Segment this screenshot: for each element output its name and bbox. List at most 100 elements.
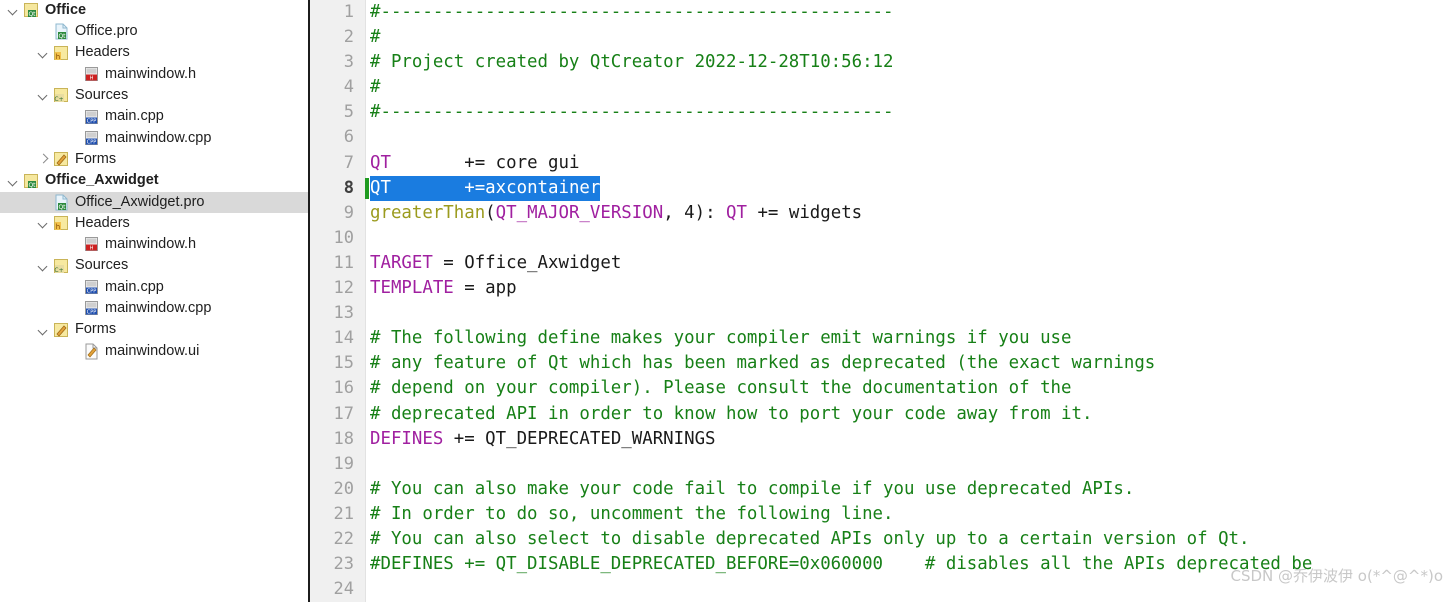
code-line[interactable]: 8 QT +=axcontainer bbox=[310, 175, 1451, 201]
sidebar-item-label: Forms bbox=[75, 321, 117, 338]
chevron-none-icon bbox=[68, 68, 81, 81]
chevron-down-icon[interactable] bbox=[38, 47, 51, 60]
code-line[interactable]: 18 DEFINES += QT_DEPRECATED_WARNINGS bbox=[310, 427, 1451, 452]
sidebar-item-main-cpp[interactable]: CPP main.cpp bbox=[0, 106, 308, 127]
code-line-text[interactable]: # bbox=[370, 25, 380, 50]
code-line[interactable]: 22 # You can also select to disable depre… bbox=[310, 527, 1451, 552]
line-number: 4 bbox=[343, 77, 354, 98]
chevron-down-icon[interactable] bbox=[38, 89, 51, 102]
code-token: # any feature of Qt which has been marke… bbox=[370, 353, 1156, 374]
sidebar-item-label: main.cpp bbox=[105, 108, 164, 125]
svg-text:CPP: CPP bbox=[87, 289, 97, 295]
line-number: 12 bbox=[333, 278, 354, 299]
code-line-text[interactable]: # deprecated API in order to know how to… bbox=[370, 402, 1092, 427]
sidebar-item-headers[interactable]: h Headers bbox=[0, 213, 308, 234]
code-line[interactable]: 16 # depend on your compiler). Please con… bbox=[310, 376, 1451, 401]
code-line-text[interactable]: # any feature of Qt which has been marke… bbox=[370, 351, 1155, 376]
code-line[interactable]: 19 bbox=[310, 452, 1451, 477]
code-line[interactable]: 10 bbox=[310, 226, 1451, 251]
code-line[interactable]: 2 # bbox=[310, 25, 1451, 50]
svg-text:CPP: CPP bbox=[87, 310, 97, 316]
code-token: DEFINES bbox=[370, 428, 444, 449]
code-line-text[interactable]: QT += core gui bbox=[370, 151, 579, 176]
code-token: QT bbox=[726, 202, 747, 223]
code-line[interactable]: 11 TARGET = Office_Axwidget bbox=[310, 251, 1451, 276]
code-line[interactable]: 5 #--------------------------------------… bbox=[310, 100, 1451, 125]
sidebar-item-mainwindow-cpp[interactable]: CPP mainwindow.cpp bbox=[0, 128, 308, 149]
code-line[interactable]: 4 # bbox=[310, 75, 1451, 100]
code-token: = Office_Axwidget bbox=[432, 252, 622, 273]
sidebar-item-label: Sources bbox=[75, 257, 129, 274]
code-line[interactable]: 6 bbox=[310, 125, 1451, 150]
code-line-text[interactable]: # In order to do so, uncomment the follo… bbox=[370, 502, 894, 527]
code-line[interactable]: 9 greaterThan(QT_MAJOR_VERSION, 4): QT +=… bbox=[310, 201, 1451, 226]
code-line[interactable]: 1 #--------------------------------------… bbox=[310, 0, 1451, 25]
svg-text:Qt: Qt bbox=[28, 182, 36, 189]
code-token: ( bbox=[485, 202, 496, 223]
code-token: TEMPLATE bbox=[370, 278, 454, 299]
chevron-none-icon bbox=[68, 132, 81, 145]
line-number: 2 bbox=[343, 27, 354, 48]
code-line-text[interactable]: TARGET = Office_Axwidget bbox=[370, 251, 621, 276]
sidebar-item-office-axwidget-pro[interactable]: Qt Office_Axwidget.pro bbox=[0, 191, 308, 213]
code-line[interactable]: 24 bbox=[310, 577, 1451, 602]
code-line[interactable]: 23 #DEFINES += QT_DISABLE_DEPRECATED_BEFO… bbox=[310, 552, 1451, 577]
code-line-text[interactable]: # bbox=[370, 75, 380, 100]
chevron-right-icon[interactable] bbox=[38, 153, 51, 166]
code-line-text[interactable]: TEMPLATE = app bbox=[370, 276, 517, 301]
code-content[interactable]: 1 #--------------------------------------… bbox=[310, 0, 1451, 602]
chevron-down-icon[interactable] bbox=[38, 324, 51, 337]
project-tree-sidebar[interactable]: Qt Office Qt Office.pro h Headers Hmainwindow.… bbox=[0, 0, 308, 602]
line-number: 23 bbox=[333, 554, 354, 575]
qt-pro-file-icon: Qt bbox=[53, 194, 70, 211]
svg-text:H: H bbox=[90, 76, 94, 82]
sidebar-item-mainwindow-h[interactable]: Hmainwindow.h bbox=[0, 234, 308, 255]
sidebar-item-mainwindow-cpp[interactable]: CPP mainwindow.cpp bbox=[0, 298, 308, 319]
code-line[interactable]: 21 # In order to do so, uncomment the fol… bbox=[310, 502, 1451, 527]
code-token: # You can also make your code fail to co… bbox=[370, 478, 1135, 499]
code-line-text[interactable]: #---------------------------------------… bbox=[370, 0, 894, 25]
code-line-text[interactable]: #---------------------------------------… bbox=[370, 100, 894, 125]
code-token: , 4): bbox=[663, 202, 727, 223]
code-line-text[interactable]: # The following define makes your compil… bbox=[370, 326, 1072, 351]
code-line-text[interactable]: DEFINES += QT_DEPRECATED_WARNINGS bbox=[370, 427, 716, 452]
code-line-text[interactable]: # You can also select to disable depreca… bbox=[370, 527, 1249, 552]
svg-text:Qt: Qt bbox=[28, 11, 36, 18]
sidebar-item-office-axwidget[interactable]: Qt Office_Axwidget bbox=[0, 170, 308, 191]
code-line[interactable]: 7 QT += core gui bbox=[310, 151, 1451, 176]
line-number: 22 bbox=[333, 528, 354, 549]
chevron-down-icon[interactable] bbox=[38, 217, 51, 230]
sidebar-item-office[interactable]: Qt Office bbox=[0, 0, 308, 21]
code-token: +=axcontainer bbox=[390, 177, 601, 198]
chevron-down-icon[interactable] bbox=[38, 260, 51, 273]
code-token: # Project created by QtCreator 2022-12-2… bbox=[370, 52, 894, 73]
sidebar-item-forms[interactable]: Forms bbox=[0, 319, 308, 340]
code-line-text[interactable]: # Project created by QtCreator 2022-12-2… bbox=[370, 50, 894, 75]
code-line-text[interactable]: # You can also make your code fail to co… bbox=[370, 477, 1134, 502]
code-line[interactable]: 3 # Project created by QtCreator 2022-12-… bbox=[310, 50, 1451, 75]
code-editor[interactable]: 1 #--------------------------------------… bbox=[310, 0, 1451, 602]
sidebar-item-headers[interactable]: h Headers bbox=[0, 43, 308, 64]
code-line[interactable]: 14 # The following define makes your comp… bbox=[310, 326, 1451, 351]
code-line-text[interactable]: QT +=axcontainer bbox=[370, 175, 601, 201]
svg-text:C+: C+ bbox=[54, 267, 63, 274]
sidebar-item-mainwindow-ui[interactable]: mainwindow.ui bbox=[0, 341, 308, 362]
code-line[interactable]: 12 TEMPLATE = app bbox=[310, 276, 1451, 301]
code-line[interactable]: 15 # any feature of Qt which has been mar… bbox=[310, 351, 1451, 376]
code-token: QT_MAJOR_VERSION bbox=[495, 202, 664, 223]
code-line[interactable]: 20 # You can also make your code fail to … bbox=[310, 477, 1451, 502]
sidebar-item-sources[interactable]: C+ Sources bbox=[0, 85, 308, 106]
code-line[interactable]: 17 # deprecated API in order to know how … bbox=[310, 402, 1451, 427]
sidebar-item-forms[interactable]: Forms bbox=[0, 149, 308, 170]
code-line-text[interactable]: # depend on your compiler). Please consu… bbox=[370, 376, 1072, 401]
sidebar-item-office-pro[interactable]: Qt Office.pro bbox=[0, 21, 308, 42]
code-line-text[interactable]: #DEFINES += QT_DISABLE_DEPRECATED_BEFORE… bbox=[370, 552, 1312, 577]
chevron-down-icon[interactable] bbox=[8, 175, 21, 188]
cpp-file-icon: CPP bbox=[83, 300, 100, 317]
sidebar-item-sources[interactable]: C+ Sources bbox=[0, 256, 308, 277]
chevron-down-icon[interactable] bbox=[8, 4, 21, 17]
sidebar-item-mainwindow-h[interactable]: Hmainwindow.h bbox=[0, 64, 308, 85]
code-line-text[interactable]: greaterThan(QT_MAJOR_VERSION, 4): QT += … bbox=[370, 201, 862, 226]
code-line[interactable]: 13 bbox=[310, 301, 1451, 326]
sidebar-item-main-cpp[interactable]: CPP main.cpp bbox=[0, 277, 308, 298]
